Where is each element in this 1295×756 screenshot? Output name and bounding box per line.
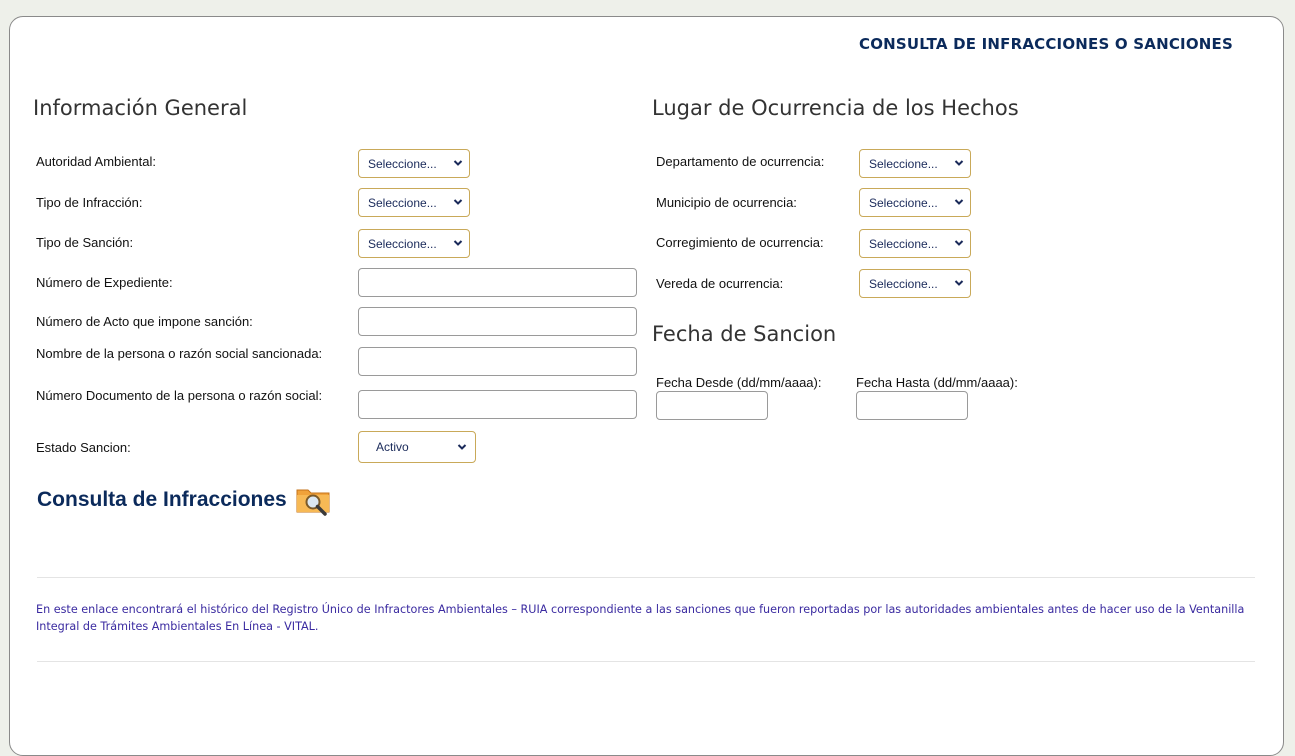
nombre-label: Nombre de la persona o razón social sanc… <box>36 346 323 361</box>
municipio-label: Municipio de ocurrencia: <box>656 195 797 210</box>
documento-label: Número Documento de la persona o razón s… <box>36 388 323 403</box>
fecha-hasta-label: Fecha Hasta (dd/mm/aaaa): <box>856 375 1018 390</box>
folder-search-icon <box>295 484 333 516</box>
dates-heading: Fecha de Sancion <box>652 322 837 346</box>
chevron-down-icon <box>457 444 467 450</box>
corregimiento-select[interactable]: Seleccione... <box>859 229 971 258</box>
select-value: Seleccione... <box>368 236 437 251</box>
ruia-note-link[interactable]: En este enlace encontrará el histórico d… <box>36 601 1266 635</box>
tipo-infraccion-select[interactable]: Seleccione... <box>358 188 470 217</box>
documento-input[interactable] <box>358 390 637 419</box>
expediente-label: Número de Expediente: <box>36 275 173 290</box>
main-panel <box>9 16 1284 756</box>
nombre-input[interactable] <box>358 347 637 376</box>
estado-select[interactable]: Activo <box>358 431 476 463</box>
chevron-down-icon <box>954 160 964 166</box>
chevron-down-icon <box>453 240 463 246</box>
vereda-label: Vereda de ocurrencia: <box>656 276 784 291</box>
fecha-desde-input[interactable] <box>656 391 768 420</box>
departamento-label: Departamento de ocurrencia: <box>656 154 825 169</box>
tipo-sancion-label: Tipo de Sanción: <box>36 235 134 250</box>
chevron-down-icon <box>954 280 964 286</box>
select-value: Activo <box>376 440 409 454</box>
vereda-select[interactable]: Seleccione... <box>859 269 971 298</box>
consulta-infracciones-link[interactable]: Consulta de Infracciones <box>37 484 333 516</box>
select-value: Seleccione... <box>869 195 938 210</box>
fecha-desde-label: Fecha Desde (dd/mm/aaaa): <box>656 375 822 390</box>
fecha-hasta-input[interactable] <box>856 391 968 420</box>
chevron-down-icon <box>954 199 964 205</box>
chevron-down-icon <box>453 160 463 166</box>
tipo-infraccion-label: Tipo de Infracción: <box>36 195 143 210</box>
select-value: Seleccione... <box>368 195 437 210</box>
consulta-label: Consulta de Infracciones <box>37 488 287 511</box>
corregimiento-label: Corregimiento de ocurrencia: <box>656 235 824 250</box>
page-title: CONSULTA DE INFRACCIONES O SANCIONES <box>859 35 1233 53</box>
select-value: Seleccione... <box>869 276 938 291</box>
acto-input[interactable] <box>358 307 637 336</box>
divider-top <box>37 577 1255 578</box>
municipio-select[interactable]: Seleccione... <box>859 188 971 217</box>
chevron-down-icon <box>453 199 463 205</box>
expediente-input[interactable] <box>358 268 637 297</box>
autoridad-select[interactable]: Seleccione... <box>358 149 470 178</box>
location-heading: Lugar de Ocurrencia de los Hechos <box>652 96 1019 120</box>
chevron-down-icon <box>954 240 964 246</box>
general-heading: Información General <box>33 96 248 120</box>
departamento-select[interactable]: Seleccione... <box>859 149 971 178</box>
autoridad-label: Autoridad Ambiental: <box>36 154 156 169</box>
select-value: Seleccione... <box>869 156 938 171</box>
select-value: Seleccione... <box>368 156 437 171</box>
acto-label: Número de Acto que impone sanción: <box>36 314 253 329</box>
tipo-sancion-select[interactable]: Seleccione... <box>358 229 470 258</box>
divider-bottom <box>37 661 1255 662</box>
estado-label: Estado Sancion: <box>36 440 131 455</box>
select-value: Seleccione... <box>869 236 938 251</box>
